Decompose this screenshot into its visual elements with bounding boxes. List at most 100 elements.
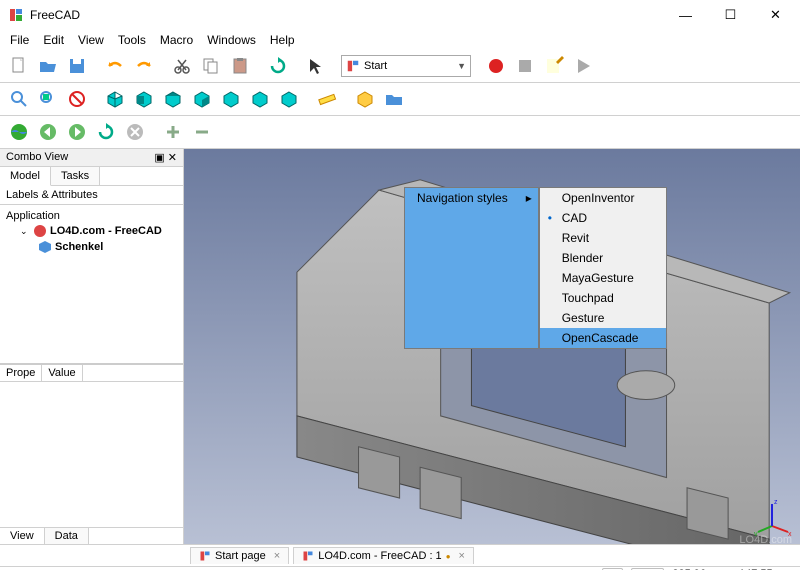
new-icon[interactable]: [6, 53, 32, 79]
zoom-in-icon[interactable]: [160, 119, 186, 145]
tree-root[interactable]: Application: [6, 209, 177, 223]
fit-selection-icon[interactable]: [35, 86, 61, 112]
top-icon[interactable]: [160, 86, 186, 112]
nav-style-touchpad[interactable]: Touchpad: [540, 288, 667, 308]
doc-tab-label: LO4D.com - FreeCAD : 1: [318, 550, 441, 562]
props-col-property: Prope: [0, 365, 42, 381]
zoom-stop-icon[interactable]: [64, 86, 90, 112]
tree-item-label: Schenkel: [55, 241, 103, 253]
nav-style-openinventor[interactable]: OpenInventor: [540, 188, 667, 208]
fit-all-icon[interactable]: [6, 86, 32, 112]
property-panel: Prope Value View Data: [0, 364, 183, 544]
doc-tab-icon: [199, 550, 211, 562]
right-icon[interactable]: [189, 86, 215, 112]
menu-windows[interactable]: Windows: [201, 32, 262, 48]
titlebar: FreeCAD — ☐ ✕: [0, 0, 800, 30]
combo-tabs: Model Tasks: [0, 167, 183, 186]
rear-icon[interactable]: [218, 86, 244, 112]
back-icon[interactable]: [35, 119, 61, 145]
menu-macro[interactable]: Macro: [154, 32, 199, 48]
maximize-button[interactable]: ☐: [708, 0, 753, 30]
tab-model[interactable]: Model: [0, 167, 51, 186]
stop-load-icon[interactable]: [122, 119, 148, 145]
statusbar: Preselected: Schenkel - Unnamed.Schenkel…: [0, 566, 800, 570]
model-tree[interactable]: Application ⌄ LO4D.com - FreeCAD Schenke…: [0, 205, 183, 364]
pointer-icon[interactable]: [303, 53, 329, 79]
close-icon[interactable]: ×: [274, 550, 280, 562]
doc-tab-model[interactable]: LO4D.com - FreeCAD : 1 ● ×: [293, 547, 474, 564]
doc-tab-start[interactable]: Start page ×: [190, 547, 289, 564]
doc-tab-icon: [302, 550, 314, 562]
redo-icon[interactable]: [131, 53, 157, 79]
undo-icon[interactable]: [102, 53, 128, 79]
doc-tab-label: Start page: [215, 550, 266, 562]
dirty-indicator-icon: ●: [446, 552, 451, 561]
zoom-out-icon[interactable]: [189, 119, 215, 145]
isometric-icon[interactable]: [102, 86, 128, 112]
reload-icon[interactable]: [93, 119, 119, 145]
combo-view-title: Combo View: [6, 151, 68, 164]
props-body[interactable]: [0, 382, 183, 527]
watermark: LO4D.com: [739, 534, 792, 546]
document-tabs: Start page × LO4D.com - FreeCAD : 1 ● ×: [0, 544, 800, 566]
menubar: File Edit View Tools Macro Windows Help: [0, 30, 800, 50]
props-tab-data[interactable]: Data: [45, 528, 89, 544]
document-icon: [33, 224, 47, 238]
front-icon[interactable]: [131, 86, 157, 112]
open-icon[interactable]: [35, 53, 61, 79]
close-button[interactable]: ✕: [753, 0, 798, 30]
tree-item-schenkel[interactable]: Schenkel: [6, 239, 177, 255]
nav-style-cad[interactable]: CAD: [540, 208, 667, 228]
save-icon[interactable]: [64, 53, 90, 79]
context-parent-label: Navigation styles: [417, 191, 508, 205]
bottom-icon[interactable]: [247, 86, 273, 112]
forward-icon[interactable]: [64, 119, 90, 145]
tree-root-label: Application: [6, 210, 60, 222]
copy-icon[interactable]: [198, 53, 224, 79]
combo-view-header: Combo View ▣ ✕: [0, 149, 183, 167]
refresh-icon[interactable]: [265, 53, 291, 79]
globe-icon[interactable]: [6, 119, 32, 145]
menu-edit[interactable]: Edit: [37, 32, 70, 48]
part-icon[interactable]: [352, 86, 378, 112]
macro-edit-icon[interactable]: [541, 53, 567, 79]
toolbar-view: [0, 83, 800, 116]
context-menu-navigation-styles[interactable]: Navigation styles: [404, 187, 539, 349]
measure-icon[interactable]: [314, 86, 340, 112]
nav-style-gesture[interactable]: Gesture: [540, 308, 667, 328]
tree-document-label: LO4D.com - FreeCAD: [50, 225, 162, 237]
panel-close-icon[interactable]: ✕: [168, 152, 177, 164]
tree-document[interactable]: ⌄ LO4D.com - FreeCAD: [6, 223, 177, 239]
nav-style-revit[interactable]: Revit: [540, 228, 667, 248]
cut-icon[interactable]: [169, 53, 195, 79]
menu-file[interactable]: File: [4, 32, 35, 48]
3d-viewport[interactable]: Navigation styles OpenInventor CAD Revit…: [184, 149, 800, 544]
caret-down-icon[interactable]: ⌄: [20, 226, 30, 237]
workbench-selector[interactable]: Start ▼: [341, 55, 471, 77]
menu-help[interactable]: Help: [264, 32, 301, 48]
window-title: FreeCAD: [30, 8, 663, 22]
minimize-button[interactable]: —: [663, 0, 708, 30]
left-icon[interactable]: [276, 86, 302, 112]
toolbar-web: [0, 116, 800, 149]
panel-float-icon[interactable]: ▣: [154, 152, 164, 164]
context-menu: Navigation styles OpenInventor CAD Revit…: [404, 187, 667, 349]
nav-style-mayagesture[interactable]: MayaGesture: [540, 268, 667, 288]
props-tab-view[interactable]: View: [0, 528, 45, 544]
context-submenu: OpenInventor CAD Revit Blender MayaGestu…: [539, 187, 668, 349]
record-icon[interactable]: [483, 53, 509, 79]
tab-tasks[interactable]: Tasks: [51, 167, 100, 185]
stop-icon[interactable]: [512, 53, 538, 79]
labels-attributes-header: Labels & Attributes: [0, 186, 183, 205]
close-icon[interactable]: ×: [459, 550, 465, 562]
group-icon[interactable]: [381, 86, 407, 112]
paste-icon[interactable]: [227, 53, 253, 79]
menu-tools[interactable]: Tools: [112, 32, 152, 48]
chevron-down-icon: ▼: [457, 61, 466, 71]
app-icon: [8, 7, 24, 23]
play-icon[interactable]: [570, 53, 596, 79]
nav-style-blender[interactable]: Blender: [540, 248, 667, 268]
menu-view[interactable]: View: [72, 32, 110, 48]
toolbar-file: Start ▼: [0, 50, 800, 83]
nav-style-opencascade[interactable]: OpenCascade: [540, 328, 667, 348]
